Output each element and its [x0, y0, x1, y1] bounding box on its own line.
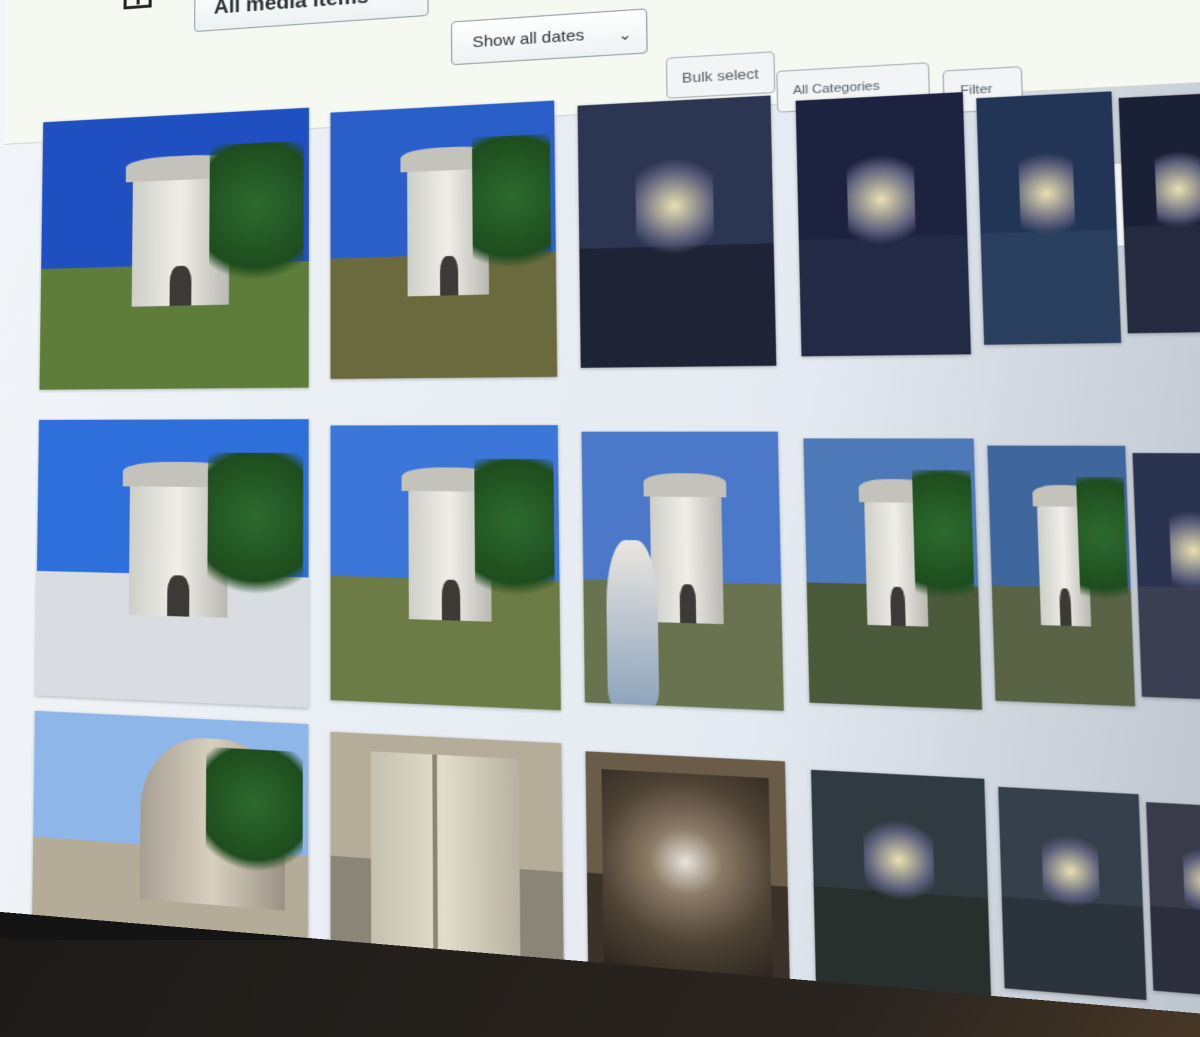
artwork-shape	[635, 152, 714, 261]
tree-shape	[912, 470, 976, 622]
thumbnail-ground	[1138, 586, 1200, 701]
thumbnail-ground	[1124, 223, 1200, 333]
filter-button-label: Filter	[960, 83, 993, 98]
media-thumbnail[interactable]	[330, 425, 560, 710]
thumbnail-ground	[799, 235, 971, 356]
chevron-down-icon: ⌄	[401, 0, 414, 3]
date-filter[interactable]: Show all dates ⌄	[451, 8, 648, 65]
tree-shape	[1076, 476, 1129, 622]
category-filter-value: All Categories	[793, 80, 880, 98]
media-thumbnail[interactable]	[811, 770, 991, 997]
thumbnail-ground	[981, 229, 1122, 345]
grid-view-icon[interactable]	[124, 0, 152, 9]
artwork-shape	[846, 146, 916, 252]
media-thumbnail[interactable]	[585, 751, 789, 989]
thumbnail-ground	[1150, 905, 1200, 1000]
media-thumbnail[interactable]	[582, 432, 784, 711]
artwork-shape	[1182, 842, 1200, 921]
media-thumbnail[interactable]	[796, 92, 971, 356]
chevron-down-icon: ⌄	[618, 25, 632, 44]
tree-shape	[209, 141, 303, 299]
tree-shape	[206, 747, 303, 887]
artwork-shape	[1154, 141, 1200, 237]
media-thumbnail[interactable]	[1132, 453, 1200, 701]
media-thumbnail[interactable]	[976, 91, 1121, 344]
tree-shape	[208, 453, 303, 614]
artwork-shape	[863, 815, 935, 905]
media-type-filter[interactable]: All media items ⌄	[194, 0, 429, 32]
thumbnail-ground	[1002, 897, 1147, 1000]
media-thumbnail[interactable]	[35, 419, 309, 708]
tree-shape	[474, 459, 555, 618]
vault-shape	[601, 770, 773, 979]
media-thumbnail[interactable]	[1146, 802, 1200, 1000]
artwork-shape	[1168, 502, 1200, 601]
media-thumbnail[interactable]	[998, 787, 1146, 1000]
artwork-shape	[1041, 829, 1100, 914]
date-filter-value: Show all dates	[472, 26, 584, 51]
tree-shape	[472, 134, 552, 290]
media-library-screen: All media items ⌄ Show all dates ⌄ Bulk …	[0, 0, 1200, 1037]
media-thumbnail[interactable]	[578, 95, 777, 367]
media-thumbnail[interactable]	[987, 446, 1135, 707]
door-shape	[371, 752, 521, 976]
media-thumbnail[interactable]	[330, 101, 557, 379]
bulk-select-label: Bulk select	[682, 65, 759, 86]
media-thumbnail[interactable]	[331, 732, 564, 980]
visitor-shape	[606, 540, 659, 706]
bulk-select-button[interactable]: Bulk select	[666, 51, 775, 99]
media-thumbnail[interactable]	[1119, 92, 1200, 333]
media-thumbnail[interactable]	[39, 108, 309, 390]
mausoleum-shape	[650, 491, 723, 624]
thumbnail-ground	[579, 243, 776, 368]
artwork-shape	[1018, 143, 1076, 244]
media-thumbnail[interactable]	[803, 438, 982, 709]
media-type-filter-value: All media items	[214, 0, 369, 19]
